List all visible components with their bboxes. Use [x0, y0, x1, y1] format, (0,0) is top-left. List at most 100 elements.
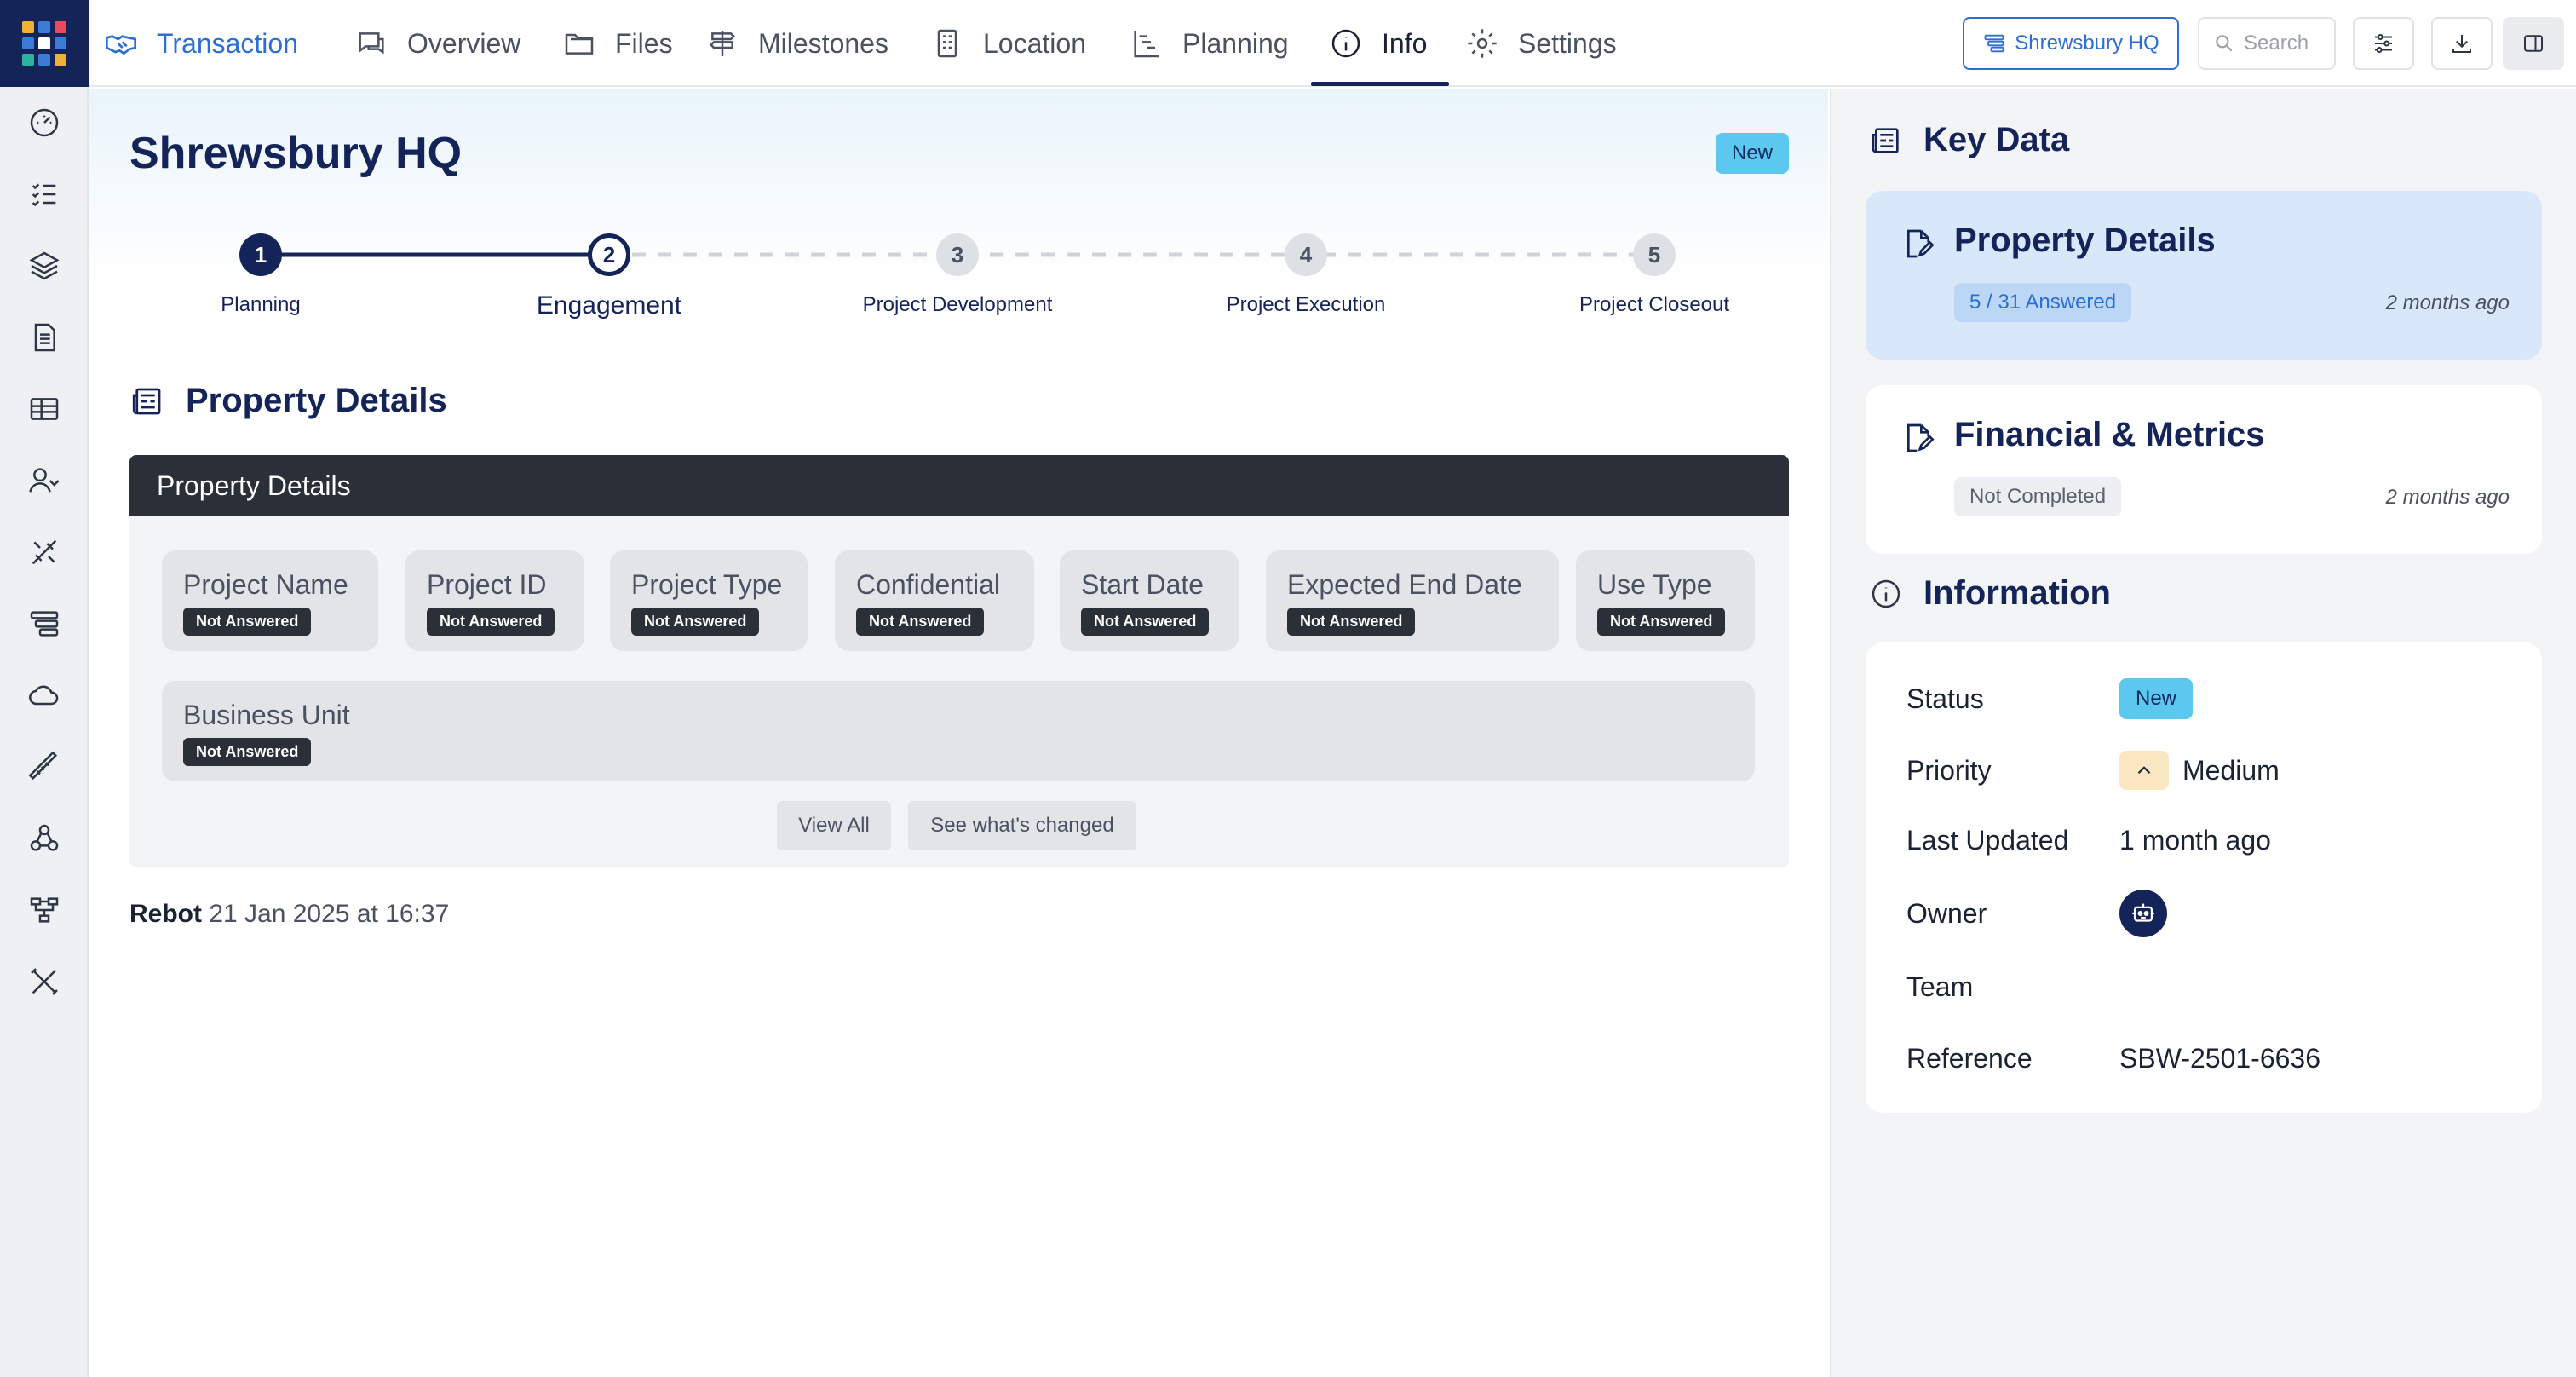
cloud-icon[interactable] [26, 677, 63, 714]
field-label: Project Type [631, 569, 783, 600]
card-time: 2 months ago [2385, 291, 2510, 314]
field-status: Not Answered [856, 608, 985, 636]
tab-label: Milestones [758, 27, 888, 59]
section-title-text: Property Details [186, 382, 447, 419]
info-icon [1331, 29, 1360, 58]
contacts-icon[interactable] [26, 462, 63, 499]
settings-tools-icon[interactable] [26, 963, 63, 1000]
field-status: Not Answered [631, 608, 760, 636]
field-project-name[interactable]: Project Name Not Answered [162, 550, 378, 651]
app-logo[interactable] [0, 0, 89, 87]
download-button[interactable] [2431, 17, 2493, 70]
project-switch-label: Shrewsbury HQ [2015, 32, 2159, 55]
activity-time: 21 Jan 2025 at 16:37 [209, 900, 450, 928]
download-icon [2452, 35, 2471, 53]
info-key: Owner [1906, 897, 1987, 929]
field-start-date[interactable]: Start Date Not Answered [1060, 550, 1239, 651]
step-number: 5 [1633, 233, 1676, 276]
step-label: Project Closeout [1578, 293, 1730, 316]
gantt-icon [1134, 31, 1159, 58]
information-heading: Information [1869, 574, 2111, 613]
field-label: Business Unit [183, 700, 350, 730]
search-input[interactable]: Search [2198, 17, 2336, 70]
dashboard-icon[interactable] [26, 104, 63, 141]
tab-transaction[interactable]: Transaction [104, 0, 298, 87]
webhook-icon[interactable] [26, 820, 63, 857]
avatar[interactable] [2119, 890, 2167, 937]
tools-icon[interactable] [26, 533, 63, 571]
key-data-card-property-details[interactable]: Property Details 5 / 31 Answered 2 month… [1866, 191, 2542, 360]
step-project-development[interactable]: 3 Project Development [838, 233, 1077, 317]
field-status: Not Answered [427, 608, 555, 636]
tab-milestones[interactable]: Milestones [705, 0, 888, 87]
field-label: Expected End Date [1287, 569, 1522, 600]
reference-value: SBW-2501-6636 [2119, 1042, 2320, 1074]
pipeline-icon [1984, 34, 2004, 53]
checklist-icon[interactable] [26, 176, 63, 213]
sidebar-panel-icon [2524, 35, 2543, 52]
grid-logo-icon [22, 21, 66, 66]
hierarchy-icon[interactable] [26, 891, 63, 929]
edit-document-icon [1907, 423, 1935, 452]
priority-value: Medium [2182, 754, 2280, 786]
step-label: Project Development [862, 293, 1053, 316]
document-icon[interactable] [26, 319, 63, 356]
field-business-unit[interactable]: Business Unit Not Answered [162, 681, 1755, 781]
layers-icon[interactable] [26, 247, 63, 285]
field-label: Project Name [183, 569, 348, 600]
info-row-status: Status New [1906, 673, 2503, 724]
field-project-type[interactable]: Project Type Not Answered [610, 550, 808, 651]
field-label: Use Type [1597, 569, 1712, 600]
table-icon[interactable] [26, 390, 63, 428]
tab-overview[interactable]: Overview [354, 0, 520, 87]
sidebar [0, 0, 89, 1377]
progress-stepper: 1 Planning 2 Engagement 3 Project Develo… [129, 233, 1789, 344]
step-project-closeout[interactable]: 5 Project Closeout [1535, 233, 1774, 317]
step-label: Engagement [536, 291, 682, 320]
top-navigation: Transaction Overview Files Milestones Lo… [89, 0, 2576, 87]
field-project-id[interactable]: Project ID Not Answered [405, 550, 584, 651]
toggle-panel-button[interactable] [2503, 17, 2564, 70]
field-expected-end-date[interactable]: Expected End Date Not Answered [1266, 550, 1559, 651]
field-status: Not Answered [183, 608, 312, 636]
sliders-icon [2375, 34, 2392, 53]
see-changes-button[interactable]: See what's changed [908, 801, 1136, 850]
tab-settings[interactable]: Settings [1465, 0, 1617, 87]
pipeline-icon[interactable] [26, 605, 63, 642]
view-all-button[interactable]: View All [777, 801, 891, 850]
project-switch-button[interactable]: Shrewsbury HQ [1963, 17, 2179, 70]
field-label: Confidential [856, 569, 1000, 600]
info-icon [1872, 579, 1900, 608]
tab-label: Transaction [157, 27, 298, 59]
card-time: 2 months ago [2385, 486, 2510, 509]
field-use-type[interactable]: Use Type Not Answered [1576, 550, 1755, 651]
info-row-owner: Owner [1906, 888, 2503, 939]
step-number: 2 [588, 233, 630, 276]
newspaper-icon [1872, 127, 1899, 153]
tab-planning[interactable]: Planning [1130, 0, 1289, 87]
active-tab-indicator [1311, 82, 1449, 86]
key-data-card-financial-metrics[interactable]: Financial & Metrics Not Completed 2 mont… [1866, 385, 2542, 554]
activity-line: Rebot 21 Jan 2025 at 16:37 [129, 900, 449, 929]
step-project-execution[interactable]: 4 Project Execution [1187, 233, 1425, 317]
info-key: Status [1906, 683, 1984, 714]
page-title: Shrewsbury HQ [129, 129, 463, 178]
step-number: 1 [239, 233, 282, 276]
ruler-icon[interactable] [26, 748, 63, 786]
information-title: Information [1923, 574, 2111, 612]
filter-button[interactable] [2353, 17, 2414, 70]
tab-label: Settings [1518, 27, 1617, 59]
tab-label: Info [1382, 27, 1428, 59]
info-row-reference: Reference SBW-2501-6636 [1906, 1033, 2503, 1084]
edit-document-icon [1907, 229, 1935, 258]
tab-files[interactable]: Files [562, 0, 673, 87]
newspaper-icon [132, 388, 161, 414]
main-content: Shrewsbury HQ New 1 Planning 2 Engagemen… [89, 89, 1828, 1377]
tab-location[interactable]: Location [930, 0, 1086, 87]
field-confidential[interactable]: Confidential Not Answered [835, 550, 1034, 651]
robot-icon [2132, 903, 2154, 922]
card-progress-tag: Not Completed [1954, 477, 2122, 516]
step-planning[interactable]: 1 Planning [141, 233, 380, 317]
tab-info[interactable]: Info [1329, 0, 1427, 87]
step-engagement[interactable]: 2 Engagement [490, 233, 728, 320]
